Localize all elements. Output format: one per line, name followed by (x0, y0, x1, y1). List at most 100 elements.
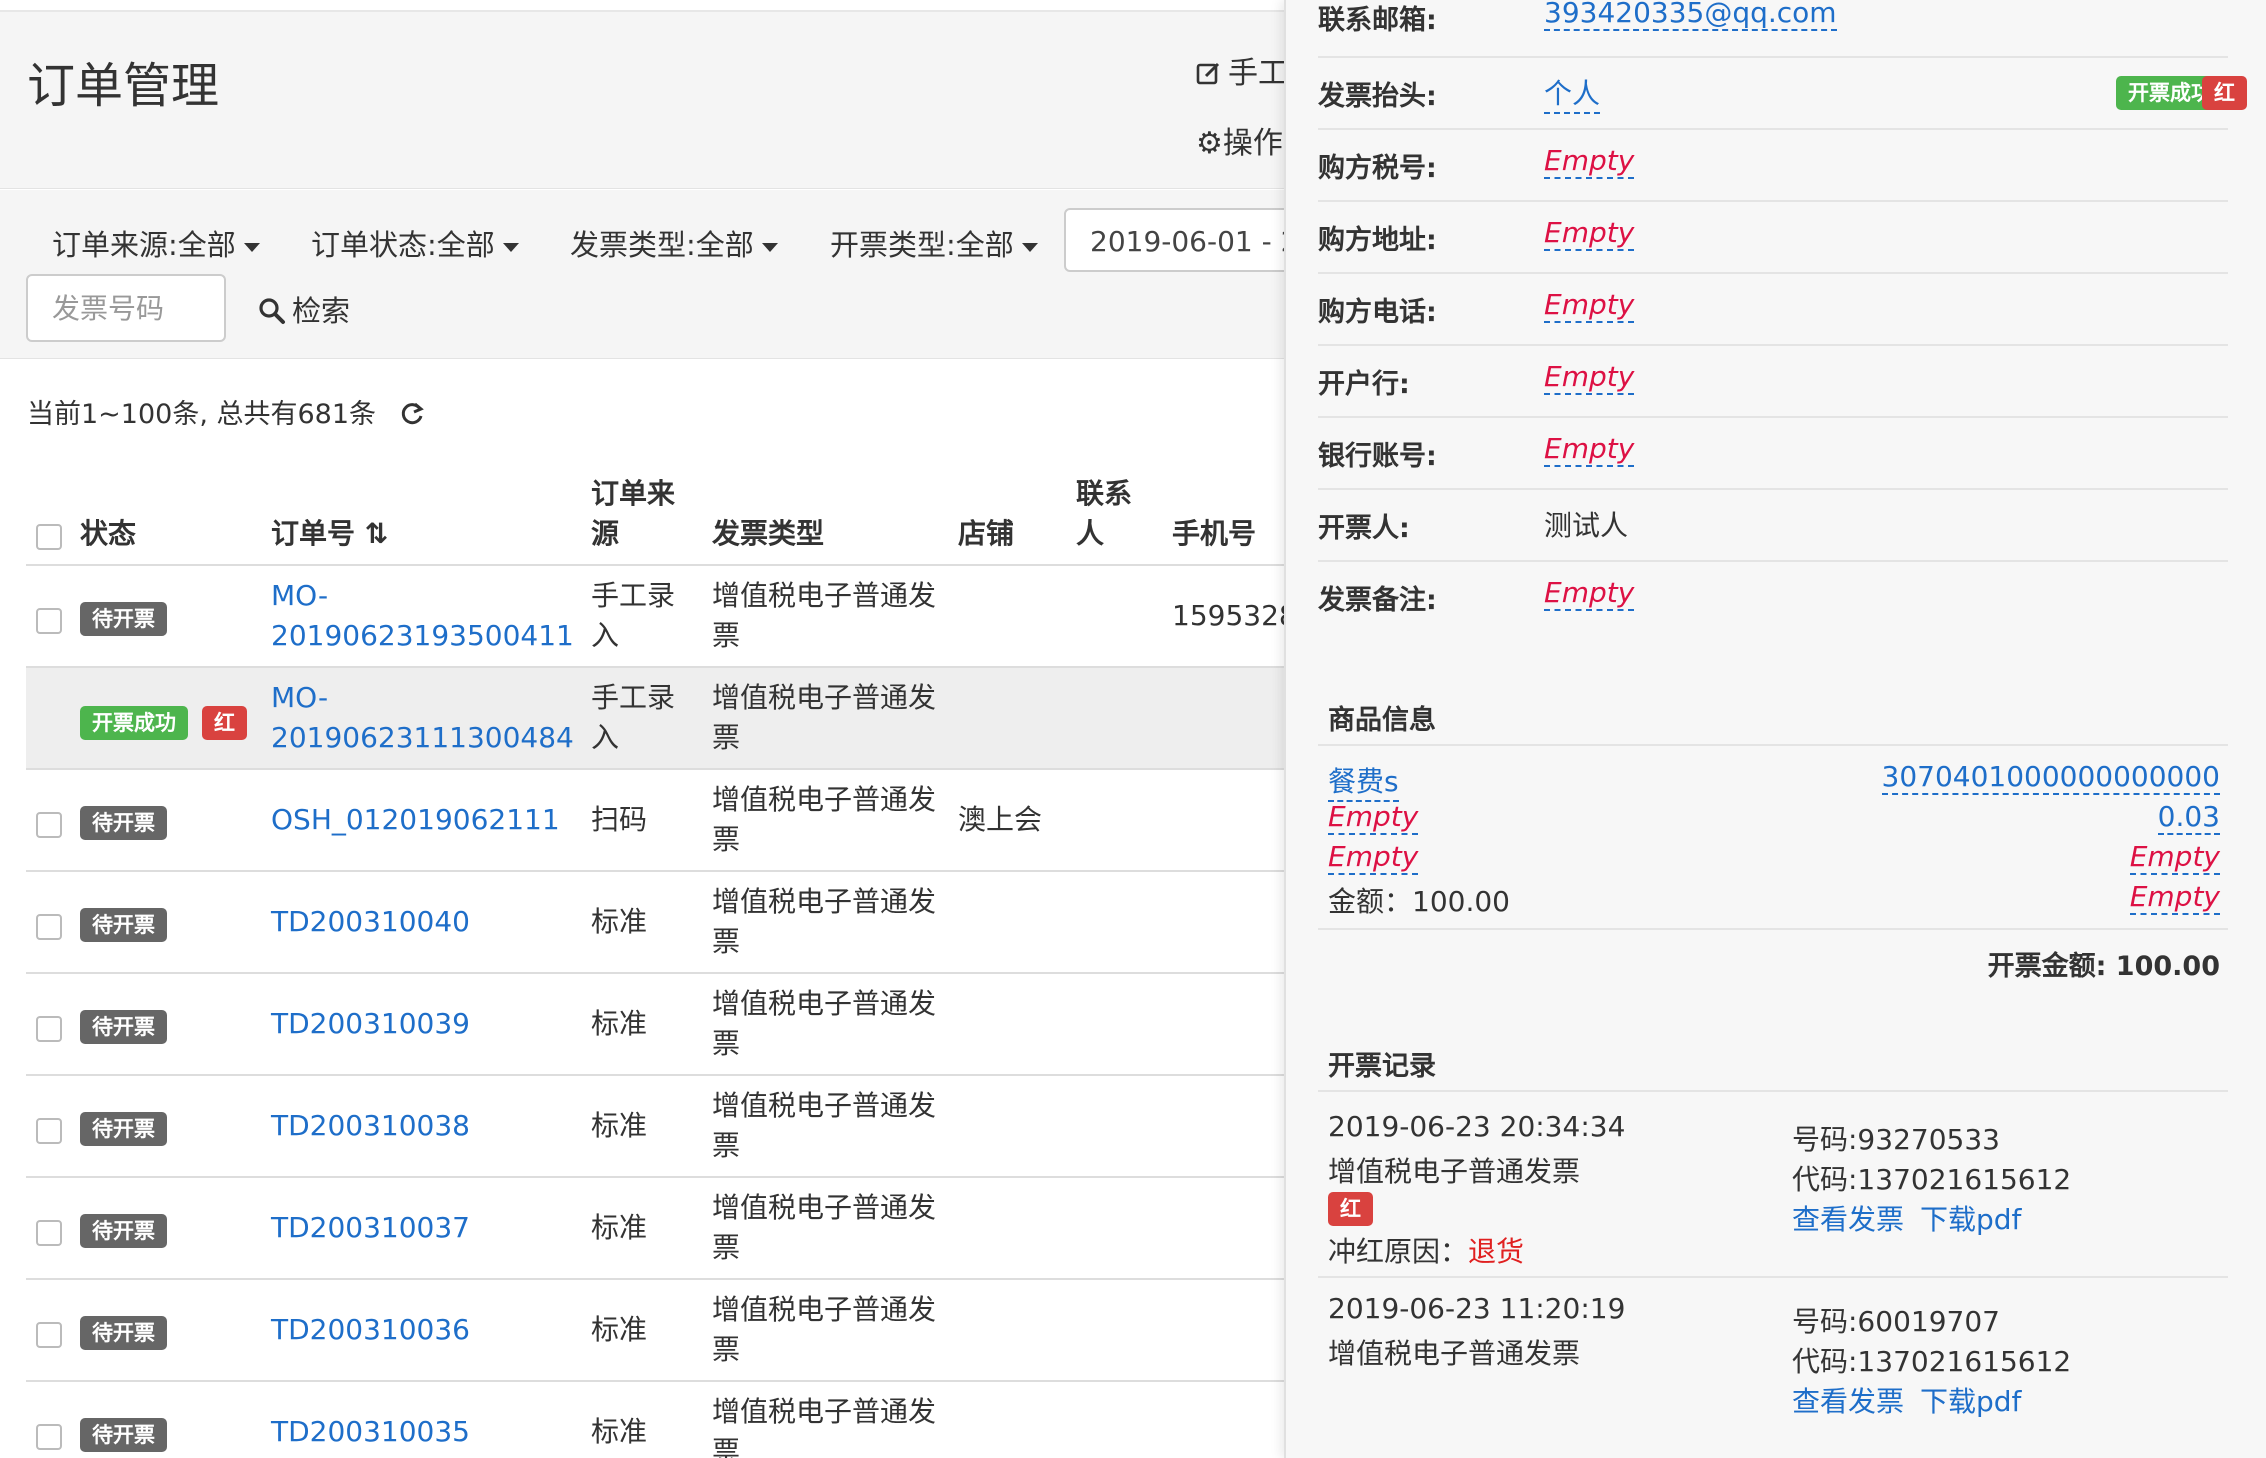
invoice-total: 开票金额: 100.00 (1987, 951, 2220, 982)
invoice-title-value[interactable]: 个人 (1544, 72, 1601, 114)
order-link[interactable]: TD200310039 (271, 1004, 470, 1044)
order-no-line1: MO- (271, 579, 329, 612)
search-label: 检索 (292, 294, 351, 328)
row-checkbox[interactable] (36, 1322, 62, 1348)
view-invoice-link[interactable]: 查看发票 (1792, 1380, 1904, 1420)
order-source-line2: 入 (591, 619, 620, 652)
result-count: 当前1~100条, 总共有681条 (27, 392, 425, 431)
select-all-checkbox[interactable] (36, 524, 62, 550)
refresh-icon[interactable] (399, 401, 425, 427)
order-source-line2: 入 (591, 721, 620, 754)
table-row[interactable]: 待开票 TD200310036 标准 增值税电子普通发票 (26, 1278, 1284, 1381)
invoice-type-cell: 增值税电子普通发票 (712, 780, 936, 860)
empty-value[interactable]: Empty (1544, 216, 1635, 251)
invoice-detail-panel: 联系邮箱: 393420335@qq.com 发票抬头: 个人 开票成功 红 购… (1284, 0, 2266, 1458)
manual-entry-button[interactable]: 手工 (1196, 48, 1284, 92)
invoice-type-cell: 增值税电子普通发票 (712, 882, 936, 962)
record-code: 代码:137021615612 (1792, 1345, 2072, 1378)
order-source-line1: 手工录 (591, 579, 676, 612)
status-badge: 待开票 (80, 1010, 167, 1044)
row-checkbox[interactable] (36, 1118, 62, 1144)
invoice-type-line2: 票 (712, 619, 741, 652)
invoice-type-line2: 票 (712, 823, 741, 856)
goods-code[interactable]: 3070401000000000000 (1881, 760, 2220, 795)
goods-name[interactable]: 餐费s (1328, 760, 1399, 802)
row-checkbox[interactable] (36, 608, 62, 634)
status-badge: 待开票 (80, 1112, 167, 1146)
empty-value[interactable]: Empty (1544, 576, 1635, 611)
row-checkbox[interactable] (36, 914, 62, 940)
invoice-type-line1: 增值税电子普通发 (712, 1293, 937, 1326)
empty-value[interactable]: Empty (1544, 360, 1635, 395)
issue-type-dropdown[interactable]: 开票类型:全部 (830, 222, 1038, 264)
status-badge: 待开票 (80, 806, 167, 840)
detail-label: 购方地址: (1318, 225, 1437, 256)
status-badge: 待开票 (80, 1214, 167, 1248)
invoice-type-line1: 增值税电子普通发 (712, 579, 937, 612)
download-pdf-link[interactable]: 下载pdf (1920, 1198, 2021, 1238)
date-range-input[interactable]: 2019-06-01 - 20 (1064, 208, 1284, 272)
invoice-type-line1: 增值税电子普通发 (712, 885, 937, 918)
manual-entry-label: 手工 (1228, 56, 1284, 91)
store-cell: 澳上会 (958, 803, 1043, 836)
empty-value[interactable]: Empty (1544, 432, 1635, 467)
order-source-dropdown[interactable]: 订单来源:全部 (52, 222, 260, 264)
order-no-line2: 20190623193500411 (271, 619, 574, 652)
invoice-type-cell: 增值税电子普通发票 (712, 1086, 936, 1166)
invoice-number-input[interactable] (26, 274, 226, 342)
table-row[interactable]: 待开票 TD200310039 标准 增值税电子普通发票 (26, 972, 1284, 1075)
table-row[interactable]: 待开票 TD200310035 标准 增值税电子普通发票 (26, 1380, 1284, 1458)
order-link[interactable]: OSH_012019062111 (271, 800, 560, 840)
empty-value[interactable]: Empty (2129, 840, 2220, 875)
record-time: 2019-06-23 20:34:34 (1328, 1110, 1626, 1143)
invoice-type-cell: 增值税电子普通发票 (712, 1392, 936, 1458)
col-order-no[interactable]: 订单号 ⇅ (271, 514, 388, 554)
record-number: 号码:60019707 (1792, 1305, 2000, 1338)
search-button[interactable]: 检索 (258, 288, 350, 330)
empty-value[interactable]: Empty (1544, 288, 1635, 323)
download-pdf-link[interactable]: 下载pdf (1920, 1380, 2021, 1420)
empty-value[interactable]: Empty (1544, 144, 1635, 179)
order-status-dropdown[interactable]: 订单状态:全部 (311, 222, 519, 264)
table-row-selected[interactable]: 开票成功 红 MO- 20190623111300484 手工录入 增值税电子普通… (26, 666, 1284, 769)
status-badge: 开票成功 (80, 706, 188, 740)
empty-value[interactable]: Empty (1328, 840, 1419, 875)
detail-row-phone: 购方电话: Empty (1318, 272, 2228, 346)
view-invoice-link[interactable]: 查看发票 (1792, 1198, 1904, 1238)
order-link[interactable]: MO- 20190623193500411 (271, 576, 574, 656)
order-source-cell: 标准 (591, 1109, 648, 1142)
invoice-type-line1: 增值税电子普通发 (712, 1191, 937, 1224)
empty-value[interactable]: Empty (2129, 880, 2220, 915)
tax-rate[interactable]: 0.03 (2157, 800, 2220, 835)
order-no-line2: 20190623111300484 (271, 721, 574, 754)
caret-down-icon (502, 242, 519, 252)
status-badge: 待开票 (80, 1418, 167, 1452)
sort-icon[interactable]: ⇅ (365, 517, 388, 550)
table-row[interactable]: 待开票 TD200310040 标准 增值税电子普通发票 (26, 870, 1284, 973)
section-divider (1318, 1090, 2228, 1092)
table-row[interactable]: 待开票 OSH_012019062111 扫码 增值税电子普通发票 澳上会 (26, 768, 1284, 871)
operations-button[interactable]: ⚙操作 (1196, 118, 1283, 162)
email-value[interactable]: 393420335@qq.com (1544, 0, 1837, 31)
detail-row-tax-no: 购方税号: Empty (1318, 128, 2228, 202)
order-link[interactable]: TD200310040 (271, 902, 470, 942)
row-checkbox[interactable] (36, 812, 62, 838)
order-link[interactable]: TD200310036 (271, 1310, 470, 1350)
row-checkbox[interactable] (36, 1220, 62, 1246)
record-divider (1318, 1276, 2228, 1278)
invoice-type-dropdown[interactable]: 发票类型:全部 (570, 222, 778, 264)
row-checkbox[interactable] (36, 1424, 62, 1450)
order-source-line1: 手工录 (591, 681, 676, 714)
empty-value[interactable]: Empty (1328, 800, 1419, 835)
row-checkbox[interactable] (36, 1016, 62, 1042)
table-row[interactable]: 待开票 MO- 20190623193500411 手工录入 增值税电子普通发票 … (26, 564, 1284, 667)
table-row[interactable]: 待开票 TD200310038 标准 增值税电子普通发票 (26, 1074, 1284, 1177)
table-row[interactable]: 待开票 TD200310037 标准 增值税电子普通发票 (26, 1176, 1284, 1279)
invoice-type-line1: 增值税电子普通发 (712, 783, 937, 816)
order-link[interactable]: TD200310038 (271, 1106, 470, 1146)
detail-row-account: 银行账号: Empty (1318, 416, 2228, 490)
order-link[interactable]: TD200310037 (271, 1208, 470, 1248)
order-link[interactable]: TD200310035 (271, 1412, 470, 1452)
order-link[interactable]: MO- 20190623111300484 (271, 678, 574, 758)
detail-label: 开票人: (1318, 513, 1410, 544)
